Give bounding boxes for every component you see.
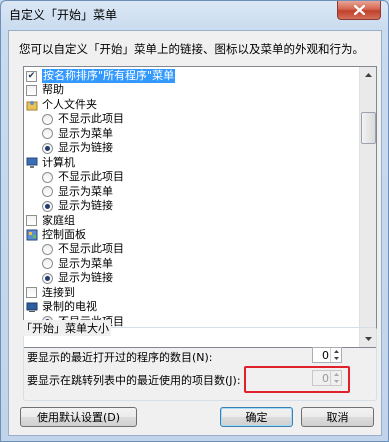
radio-button[interactable] (42, 186, 53, 198)
checkbox[interactable] (26, 215, 37, 226)
checkbox[interactable] (26, 84, 37, 96)
jump-list-label: 要显示在跳转列表中的最近使用的项目数(J): (27, 374, 241, 387)
radio-option[interactable]: 显示为链接 (42, 199, 113, 213)
radio-option[interactable]: 显示为链接 (42, 141, 113, 155)
item-label: 帮助 (42, 83, 64, 97)
checkbox[interactable]: ✔ (26, 70, 37, 82)
scroll-up-button[interactable] (360, 67, 376, 83)
item-label: 计算机 (42, 155, 75, 169)
item-label: 家庭组 (42, 213, 75, 227)
item-label: 录制的电视 (42, 300, 97, 314)
menu-size-group-label: 「开始」菜单大小 (19, 320, 111, 336)
checkbox-item[interactable]: ✔ 按名称排序"所有程序"菜单 (26, 69, 176, 83)
dialog-window: 自定义「开始」菜单 您可以自定义「开始」菜单上的链接、图标以及菜单的外观和行为。… (0, 0, 389, 442)
radio-button[interactable] (42, 171, 53, 183)
start-menu-options-list[interactable]: ✔ 按名称排序"所有程序"菜单 帮助 个人文件夹 不显示此项目 显示为菜单 显示为链接 计算机… (23, 66, 377, 348)
radio-button[interactable] (42, 258, 53, 270)
section-header: 控制面板 (26, 228, 86, 242)
title-bar: 自定义「开始」菜单 (1, 1, 388, 29)
close-button[interactable] (337, 1, 381, 20)
item-label: 个人文件夹 (42, 97, 97, 111)
item-label: 不显示此项目 (58, 170, 124, 184)
spin-up-icon[interactable] (330, 348, 341, 355)
arrow-up-icon (364, 73, 372, 77)
cancel-button[interactable]: 取消 (301, 407, 374, 427)
item-label: 显示为链接 (58, 199, 113, 213)
item-label: 显示为链接 (58, 141, 113, 155)
radio-button[interactable] (42, 272, 53, 284)
section-header: 计算机 (26, 156, 75, 170)
item-label: 不显示此项目 (58, 112, 124, 126)
radio-button[interactable] (42, 200, 53, 212)
recent-programs-spinner[interactable]: 0 (312, 347, 342, 363)
radio-option[interactable]: 不显示此项目 (42, 112, 124, 126)
radio-option[interactable]: 显示为链接 (42, 271, 113, 285)
recent-programs-label: 要显示的最近打开过的程序的数目(N): (27, 351, 213, 364)
radio-button[interactable] (42, 142, 53, 154)
dialog-content: 您可以自定义「开始」菜单上的链接、图标以及菜单的外观和行为。 ✔ 按名称排序"所有… (8, 30, 382, 436)
radio-option[interactable]: 显示为菜单 (42, 185, 113, 199)
item-label: 显示为菜单 (58, 184, 113, 198)
checkbox-item[interactable]: 家庭组 (26, 214, 75, 228)
use-defaults-button[interactable]: 使用默认设置(D) (20, 407, 137, 427)
ok-button[interactable]: 确定 (220, 407, 293, 427)
window-title: 自定义「开始」菜单 (9, 8, 118, 22)
checkbox-item[interactable]: 连接到 (26, 286, 75, 300)
radio-option[interactable]: 不显示此项目 (42, 242, 124, 256)
annotation-highlight-box (244, 366, 350, 393)
description-text: 您可以自定义「开始」菜单上的链接、图标以及菜单的外观和行为。 (19, 42, 364, 56)
radio-option[interactable]: 显示为菜单 (42, 257, 113, 271)
radio-option[interactable]: 显示为菜单 (42, 127, 113, 141)
radio-button[interactable] (42, 128, 53, 140)
radio-option[interactable]: 不显示此项目 (42, 170, 124, 184)
computer-icon (26, 157, 38, 169)
control-panel-icon (26, 229, 38, 241)
item-label: 按名称排序"所有程序"菜单 (42, 69, 176, 83)
item-label: 不显示此项目 (58, 242, 124, 256)
item-label: 连接到 (42, 285, 75, 299)
close-icon (353, 5, 365, 15)
radio-button[interactable] (42, 243, 53, 255)
item-label: 显示为菜单 (58, 256, 113, 270)
vertical-scrollbar[interactable] (359, 67, 376, 347)
checkbox-item[interactable]: 帮助 (26, 83, 64, 97)
item-label: 显示为菜单 (58, 126, 113, 140)
recent-programs-value: 0 (322, 349, 329, 362)
section-header: 个人文件夹 (26, 98, 97, 112)
scroll-thumb[interactable] (361, 112, 376, 144)
user-folder-icon (26, 99, 38, 111)
item-label: 控制面板 (42, 227, 86, 241)
item-label: 显示为链接 (58, 271, 113, 285)
recorded-tv-icon (26, 301, 38, 313)
radio-button[interactable] (42, 113, 53, 125)
checkbox[interactable] (26, 287, 37, 299)
section-header: 录制的电视 (26, 300, 97, 314)
spin-down-icon[interactable] (330, 355, 341, 362)
